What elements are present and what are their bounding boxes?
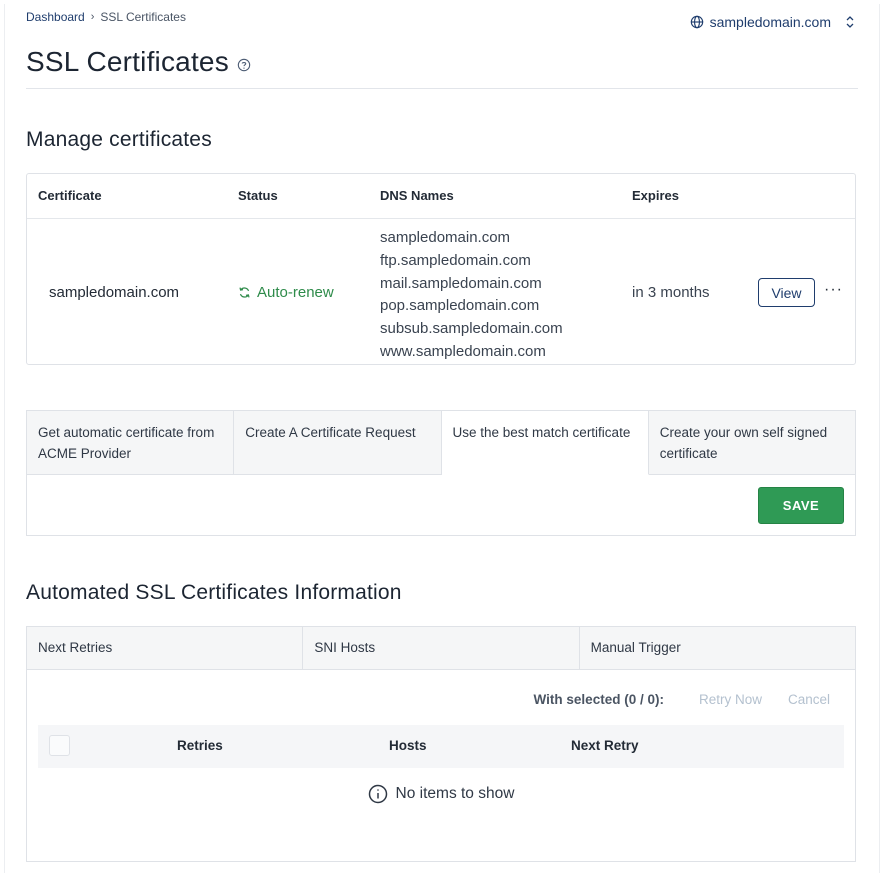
title-divider (26, 88, 858, 89)
certificate-option-tabs: Get automatic certificate from ACME Prov… (27, 411, 855, 475)
expires-value: in 3 months (632, 284, 710, 301)
dns-names-list: sampledomain.com ftp.sampledomain.com ma… (380, 227, 563, 364)
domain-switcher[interactable]: sampledomain.com (690, 14, 855, 30)
automated-ssl-panel: Next Retries SNI Hosts Manual Trigger Wi… (26, 626, 856, 862)
tab-best-match[interactable]: Use the best match certificate (441, 411, 649, 475)
info-circle-icon (368, 784, 387, 804)
page-title-text: SSL Certificates (26, 46, 229, 77)
tab-sni-hosts[interactable]: SNI Hosts (303, 627, 580, 670)
dns-name: sampledomain.com (380, 229, 511, 246)
domain-switcher-value: sampledomain.com (709, 14, 831, 30)
retry-now-button[interactable]: Retry Now (699, 692, 762, 707)
certificate-name: sampledomain.com (49, 284, 180, 301)
cancel-button[interactable]: Cancel (788, 692, 830, 707)
refresh-icon (239, 287, 250, 298)
save-button[interactable]: SAVE (758, 487, 844, 524)
column-expires: Expires (632, 188, 679, 203)
globe-icon (690, 15, 703, 29)
certificates-table: Certificate Status DNS Names Expires sam… (26, 173, 856, 365)
tab-next-retries[interactable]: Next Retries (27, 627, 304, 670)
empty-state-text: No items to show (395, 785, 515, 802)
column-next-retry: Next Retry (571, 738, 639, 753)
dns-name: subsub.sampledomain.com (380, 320, 563, 338)
column-certificate: Certificate (38, 188, 102, 203)
empty-state: No items to show (27, 784, 855, 804)
tab-certificate-request[interactable]: Create A Certificate Request (234, 411, 442, 475)
breadcrumb-dashboard-link[interactable]: Dashboard (26, 10, 85, 24)
column-hosts: Hosts (389, 738, 427, 753)
bulk-actions-bar: With selected (0 / 0): Retry Now Cancel (534, 689, 843, 709)
help-circle-icon[interactable] (237, 58, 251, 72)
breadcrumb: Dashboard › SSL Certificates (26, 10, 186, 24)
automated-ssl-heading: Automated SSL Certificates Information (26, 581, 402, 604)
breadcrumb-current: SSL Certificates (100, 10, 186, 24)
automated-ssl-tabs: Next Retries SNI Hosts Manual Trigger (27, 627, 855, 670)
with-selected-label: With selected (0 / 0): (533, 691, 664, 707)
select-all-checkbox[interactable] (49, 735, 70, 756)
status-text: Auto-renew (257, 284, 334, 301)
dns-name: mail.sampledomain.com (380, 274, 542, 292)
page-title: SSL Certificates (26, 46, 251, 78)
column-retries: Retries (177, 738, 223, 753)
tab-self-signed[interactable]: Create your own self signed certificate (648, 411, 855, 475)
certificate-options-panel: Get automatic certificate from ACME Prov… (26, 410, 856, 536)
manage-certificates-heading: Manage certificates (26, 128, 212, 151)
chevron-up-down-icon (846, 16, 854, 28)
dns-name: pop.sampledomain.com (380, 297, 540, 315)
dns-name: www.sampledomain.com (380, 342, 546, 360)
more-actions-icon[interactable]: ··· (824, 281, 843, 299)
tab-manual-trigger[interactable]: Manual Trigger (579, 627, 855, 670)
status-badge: Auto-renew (238, 284, 334, 301)
view-certificate-button[interactable]: View (758, 278, 815, 307)
certificates-table-header: Certificate Status DNS Names Expires (27, 174, 855, 219)
column-dns-names: DNS Names (380, 188, 454, 203)
dns-name: ftp.sampledomain.com (380, 251, 531, 269)
column-status: Status (238, 188, 278, 203)
breadcrumb-chevron-icon: › (90, 11, 95, 23)
tab-acme-provider[interactable]: Get automatic certificate from ACME Prov… (27, 411, 235, 475)
table-row: sampledomain.com Auto-renew sampledomain… (27, 219, 855, 364)
retries-table-header: Retries Hosts Next Retry (38, 725, 844, 768)
